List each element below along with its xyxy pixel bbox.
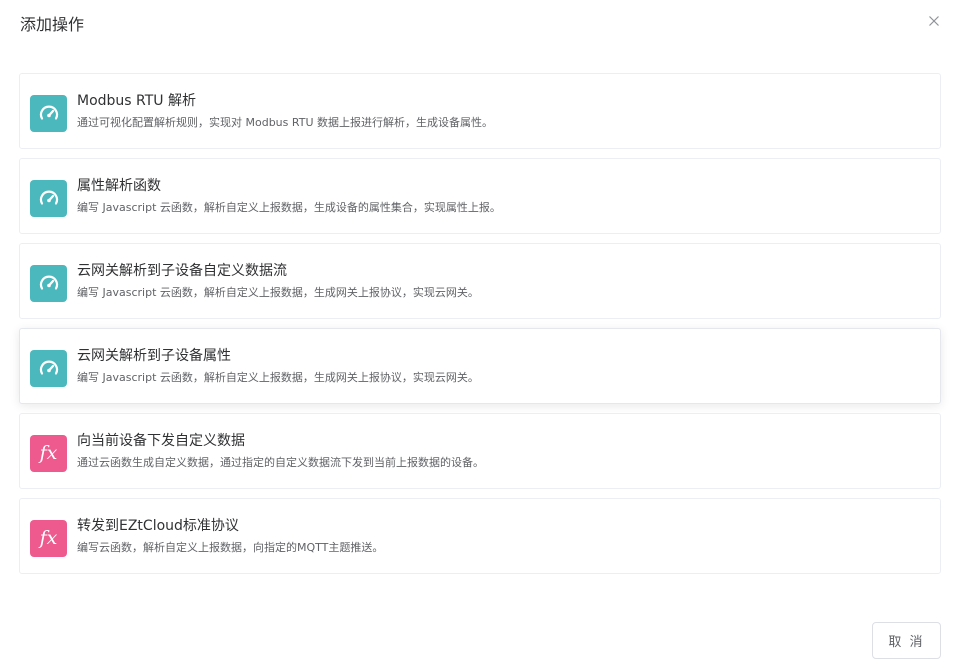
gauge-icon [30, 95, 67, 132]
action-description: 通过可视化配置解析规则，实现对 Modbus RTU 数据上报进行解析，生成设备… [77, 116, 493, 129]
action-title: 云网关解析到子设备自定义数据流 [77, 263, 287, 279]
close-icon[interactable] [926, 13, 942, 29]
action-description: 编写云函数，解析自定义上报数据，向指定的MQTT主题推送。 [77, 541, 384, 554]
action-title: 转发到EZtCloud标准协议 [77, 518, 239, 534]
action-title: 属性解析函数 [77, 178, 161, 194]
close-button[interactable] [926, 13, 942, 29]
action-title: Modbus RTU 解析 [77, 93, 196, 109]
action-card-property-parse[interactable]: 属性解析函数 编写 Javascript 云函数，解析自定义上报数据，生成设备的… [19, 158, 941, 234]
action-card-gateway-property[interactable]: 云网关解析到子设备属性 编写 Javascript 云函数，解析自定义上报数据，… [19, 328, 941, 404]
action-list: Modbus RTU 解析 通过可视化配置解析规则，实现对 Modbus RTU… [19, 73, 941, 583]
action-description: 编写 Javascript 云函数，解析自定义上报数据，生成网关上报协议，实现云… [77, 286, 479, 299]
action-card-forward-eztcloud[interactable]: fx 转发到EZtCloud标准协议 编写云函数，解析自定义上报数据，向指定的M… [19, 498, 941, 574]
gauge-icon [30, 180, 67, 217]
action-description: 编写 Javascript 云函数，解析自定义上报数据，生成网关上报协议，实现云… [77, 371, 479, 384]
action-card-gateway-datastream[interactable]: 云网关解析到子设备自定义数据流 编写 Javascript 云函数，解析自定义上… [19, 243, 941, 319]
gauge-icon [30, 265, 67, 302]
action-title: 云网关解析到子设备属性 [77, 348, 231, 364]
action-card-downlink-custom[interactable]: fx 向当前设备下发自定义数据 通过云函数生成自定义数据，通过指定的自定义数据流… [19, 413, 941, 489]
action-card-modbus-rtu[interactable]: Modbus RTU 解析 通过可视化配置解析规则，实现对 Modbus RTU… [19, 73, 941, 149]
action-description: 通过云函数生成自定义数据，通过指定的自定义数据流下发到当前上报数据的设备。 [77, 456, 484, 469]
function-icon: fx [30, 435, 67, 472]
gauge-icon [30, 350, 67, 387]
fx-glyph: fx [39, 442, 58, 464]
action-description: 编写 Javascript 云函数，解析自定义上报数据，生成设备的属性集合，实现… [77, 201, 501, 214]
action-title: 向当前设备下发自定义数据 [77, 433, 245, 449]
fx-glyph: fx [39, 527, 58, 549]
cancel-button[interactable]: 取 消 [872, 622, 941, 659]
dialog-title: 添加操作 [20, 15, 85, 34]
function-icon: fx [30, 520, 67, 557]
